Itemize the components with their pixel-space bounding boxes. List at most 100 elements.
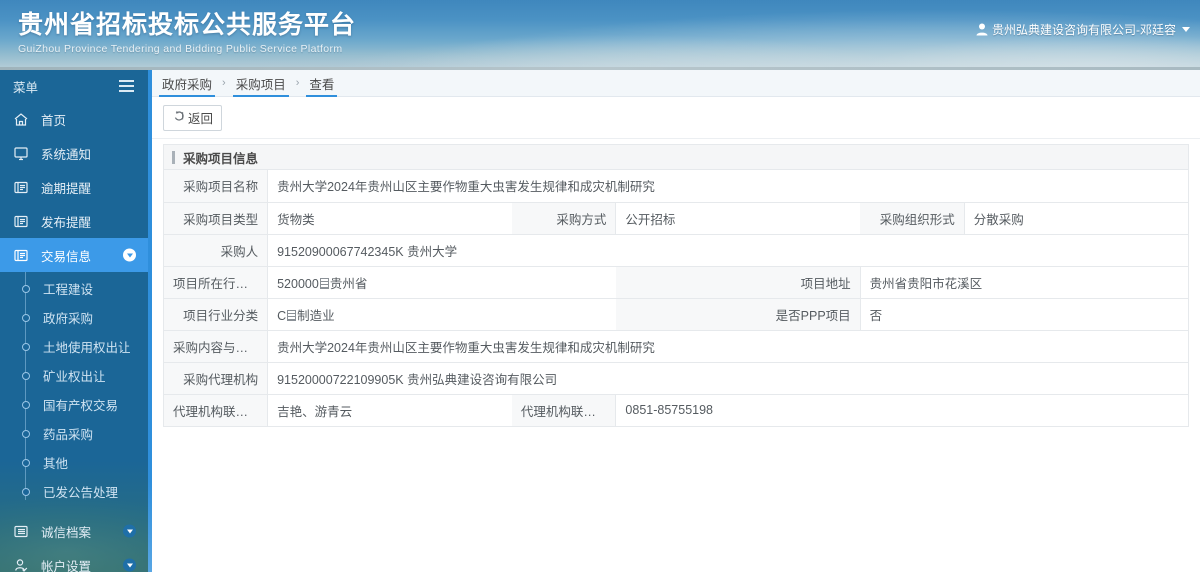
sidebar-item-label: 发布提醒 bbox=[41, 215, 92, 230]
missing-glyph-icon bbox=[287, 309, 297, 321]
main-content: 政府采购 › 采购项目 › 查看 返回 采购项目信息 采购项目名称 贵州大学20… bbox=[152, 70, 1200, 572]
sidebar-subitem-engineering[interactable]: 工程建设 bbox=[0, 274, 148, 303]
sidebar-subitem-label: 政府采购 bbox=[43, 312, 94, 326]
region-code: 520000 bbox=[277, 276, 319, 291]
sidebar-divider bbox=[0, 506, 148, 514]
chevron-down-icon[interactable] bbox=[123, 558, 136, 572]
sidebar-subitem-label: 国有产权交易 bbox=[43, 399, 119, 413]
undo-arrow-icon bbox=[172, 110, 185, 125]
field-label: 采购项目名称 bbox=[163, 170, 269, 203]
field-label: 是否PPP项目 bbox=[615, 298, 861, 331]
sidebar-item-system-notice[interactable]: 系统通知 bbox=[0, 136, 148, 170]
breadcrumb-item-procurement-project[interactable]: 采购项目 bbox=[232, 70, 289, 97]
sidebar-item-overdue-reminder[interactable]: 逾期提醒 bbox=[0, 170, 148, 204]
sidebar-item-transaction-info[interactable]: 交易信息 bbox=[0, 238, 148, 272]
caret-down-icon bbox=[1182, 27, 1190, 32]
chevron-down-icon[interactable] bbox=[123, 248, 136, 262]
sidebar-subitem-state-property[interactable]: 国有产权交易 bbox=[0, 390, 148, 419]
table-row: 采购项目类型 货物类 采购方式 公开招标 采购组织形式 分散采购 bbox=[163, 202, 1189, 235]
user-menu[interactable]: 贵州弘典建设咨询有限公司-邓廷容 bbox=[976, 21, 1190, 38]
brand: 贵州省招标投标公共服务平台 GuiZhou Province Tendering… bbox=[18, 10, 356, 56]
sidebar-item-label: 帐户设置 bbox=[41, 559, 92, 572]
chevron-down-icon[interactable] bbox=[123, 524, 136, 538]
field-label: 采购项目类型 bbox=[163, 202, 269, 235]
sidebar-subitem-label: 矿业权出让 bbox=[43, 370, 106, 384]
user-label: 贵州弘典建设咨询有限公司-邓廷容 bbox=[992, 23, 1176, 37]
table-body: 采购项目名称 贵州大学2024年贵州山区主要作物重大虫害发生规律和成灾机制研究 … bbox=[163, 170, 1189, 427]
panel-accent-bar bbox=[172, 150, 175, 164]
table-row: 采购人 91520900067742345K 贵州大学 bbox=[163, 234, 1189, 267]
sidebar-header: 菜单 bbox=[0, 70, 148, 102]
sidebar-item-credit-archive[interactable]: 诚信档案 bbox=[0, 514, 148, 548]
sidebar-menu-label: 菜单 bbox=[13, 80, 39, 95]
toolbar: 返回 bbox=[152, 97, 1200, 139]
field-value: C 制造业 bbox=[267, 298, 616, 331]
sidebar-item-label: 交易信息 bbox=[41, 249, 92, 264]
user-icon bbox=[976, 23, 988, 36]
sidebar-subitem-mining-rights[interactable]: 矿业权出让 bbox=[0, 361, 148, 390]
field-value: 贵州大学2024年贵州山区主要作物重大虫害发生规律和成灾机制研究 bbox=[267, 330, 1189, 363]
industry-name: 制造业 bbox=[297, 308, 335, 323]
back-button[interactable]: 返回 bbox=[163, 104, 223, 131]
back-button-label: 返回 bbox=[188, 112, 214, 126]
sidebar-item-label: 逾期提醒 bbox=[41, 181, 92, 196]
document-icon bbox=[13, 180, 32, 195]
sidebar-subitem-drug-procurement[interactable]: 药品采购 bbox=[0, 419, 148, 448]
field-value: 贵州省贵阳市花溪区 bbox=[860, 266, 1189, 299]
field-label: 采购人 bbox=[163, 234, 269, 267]
panel-header: 采购项目信息 bbox=[163, 144, 1189, 170]
field-value: 货物类 bbox=[267, 202, 512, 235]
breadcrumb-separator-icon: › bbox=[295, 77, 300, 89]
app-title-en: GuiZhou Province Tendering and Bidding P… bbox=[18, 43, 343, 55]
sidebar-subitem-land-use-rights[interactable]: 土地使用权出让 bbox=[0, 332, 148, 361]
table-row: 项目所在行政区域 520000 贵州省 项目地址 贵州省贵阳市花溪区 bbox=[163, 266, 1189, 299]
app-title-cn: 贵州省招标投标公共服务平台 bbox=[18, 10, 357, 39]
table-row: 项目行业分类 C 制造业 是否PPP项目 否 bbox=[163, 298, 1189, 331]
field-label: 项目行业分类 bbox=[163, 298, 269, 331]
field-label: 采购组织形式 bbox=[860, 202, 965, 235]
breadcrumb: 政府采购 › 采购项目 › 查看 bbox=[152, 70, 1200, 97]
sidebar-subitem-label: 工程建设 bbox=[43, 283, 94, 297]
procurement-info-table: 采购项目名称 贵州大学2024年贵州山区主要作物重大虫害发生规律和成灾机制研究 … bbox=[163, 170, 1189, 427]
missing-glyph-icon bbox=[319, 277, 329, 289]
procurement-info-panel: 采购项目信息 采购项目名称 贵州大学2024年贵州山区主要作物重大虫害发生规律和… bbox=[163, 144, 1189, 427]
breadcrumb-item-view[interactable]: 查看 bbox=[306, 70, 338, 97]
field-label: 采购内容与说明 bbox=[163, 330, 269, 363]
sidebar-subitem-label: 药品采购 bbox=[43, 428, 94, 442]
list-icon bbox=[13, 524, 32, 539]
sidebar-subitem-published-notice[interactable]: 已发公告处理 bbox=[0, 477, 148, 506]
sidebar-item-label: 诚信档案 bbox=[41, 525, 92, 540]
field-value: 分散采购 bbox=[964, 202, 1189, 235]
sidebar-item-publish-reminder[interactable]: 发布提醒 bbox=[0, 204, 148, 238]
sidebar: 菜单 首页 系统通知 逾期提醒 发布提醒 交易信息 工程建设 政府采购 土地使用… bbox=[0, 70, 148, 572]
field-value: 91520000722109905K 贵州弘典建设咨询有限公司 bbox=[267, 362, 1189, 395]
sidebar-subitem-label: 其他 bbox=[43, 457, 69, 471]
home-icon bbox=[13, 112, 32, 127]
sidebar-submenu: 工程建设 政府采购 土地使用权出让 矿业权出让 国有产权交易 药品采购 其他 已… bbox=[0, 272, 148, 506]
field-label: 代理机构联系电话 bbox=[511, 394, 617, 427]
sidebar-subitem-government-procurement[interactable]: 政府采购 bbox=[0, 303, 148, 332]
sidebar-subitem-label: 土地使用权出让 bbox=[43, 341, 131, 355]
sidebar-item-account-settings[interactable]: 帐户设置 bbox=[0, 548, 148, 572]
sidebar-item-home[interactable]: 首页 bbox=[0, 102, 148, 136]
field-value: 贵州大学2024年贵州山区主要作物重大虫害发生规律和成灾机制研究 bbox=[267, 170, 1189, 203]
field-value: 0851-85755198 bbox=[615, 394, 861, 427]
hamburger-icon[interactable] bbox=[119, 80, 134, 92]
field-value: 91520900067742345K 贵州大学 bbox=[267, 234, 1189, 267]
monitor-icon bbox=[13, 146, 32, 161]
field-value: 公开招标 bbox=[615, 202, 861, 235]
table-row: 代理机构联系人 吉艳、游青云 代理机构联系电话 0851-85755198 bbox=[163, 394, 1189, 427]
breadcrumb-label: 政府采购 bbox=[162, 77, 213, 92]
field-label: 代理机构联系人 bbox=[163, 394, 269, 427]
sidebar-subitem-other[interactable]: 其他 bbox=[0, 448, 148, 477]
table-row: 采购内容与说明 贵州大学2024年贵州山区主要作物重大虫害发生规律和成灾机制研究 bbox=[163, 330, 1189, 363]
sidebar-subitem-label: 已发公告处理 bbox=[43, 486, 119, 500]
industry-code: C bbox=[277, 308, 287, 323]
table-row: 采购代理机构 91520000722109905K 贵州弘典建设咨询有限公司 bbox=[163, 362, 1189, 395]
breadcrumb-item-government-procurement[interactable]: 政府采购 bbox=[159, 70, 216, 97]
field-label: 项目所在行政区域 bbox=[163, 266, 269, 299]
app-header: 贵州省招标投标公共服务平台 GuiZhou Province Tendering… bbox=[0, 0, 1200, 70]
user-settings-icon bbox=[13, 558, 32, 572]
field-label: 项目地址 bbox=[615, 266, 861, 299]
sidebar-item-label: 系统通知 bbox=[41, 147, 92, 162]
